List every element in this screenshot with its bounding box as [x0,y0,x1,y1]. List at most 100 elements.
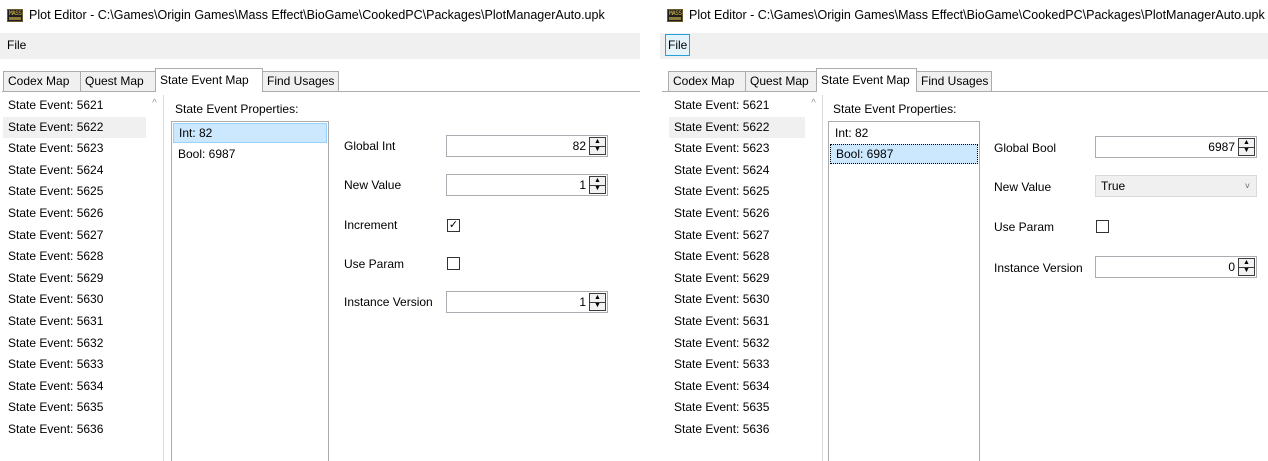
new-value-stepper[interactable]: ▲ ▼ [589,176,606,194]
title-bar: MASS Plot Editor - C:\Games\Origin Games… [660,0,1268,30]
properties-title: State Event Properties: [833,102,957,116]
instance-version-value: 0 [1228,260,1235,274]
list-item[interactable]: State Event: 5625 [3,181,163,203]
new-value-value: 1 [579,178,586,192]
list-item[interactable]: State Event: 5630 [669,289,822,311]
list-item[interactable]: State Event: 5628 [669,246,822,268]
list-item[interactable]: State Event: 5631 [669,311,822,333]
menu-bar: File [0,33,640,59]
new-value-label: New Value [344,178,402,192]
scroll-up-icon[interactable]: ^ [805,95,822,112]
list-item[interactable]: State Event: 5627 [3,225,163,247]
use-param-label: Use Param [994,220,1055,234]
vertical-scrollbar[interactable]: ^ [805,95,822,461]
list-item[interactable]: State Event: 5629 [669,268,822,290]
property-item-bool[interactable]: Bool: 6987 [830,144,978,164]
list-item[interactable]: State Event: 5632 [3,333,163,355]
list-item[interactable]: State Event: 5624 [669,160,822,182]
list-item[interactable]: State Event: 5621 [3,95,163,117]
use-param-checkbox[interactable] [1096,220,1109,233]
increment-label: Increment [344,218,398,232]
list-item[interactable]: State Event: 5636 [669,419,822,441]
global-int-input[interactable]: 82 ▲ ▼ [446,135,608,157]
list-item[interactable]: State Event: 5634 [3,376,163,398]
global-bool-input[interactable]: 6987 ▲ ▼ [1095,136,1257,158]
list-item[interactable]: State Event: 5635 [669,397,822,419]
tab-state-event-map[interactable]: State Event Map [155,68,263,92]
new-value-dropdown[interactable]: True ˅ [1095,175,1257,197]
menu-bar: File [660,33,1268,59]
state-event-list[interactable]: State Event: 5621 State Event: 5622 Stat… [3,95,164,461]
list-item[interactable]: State Event: 5633 [669,354,822,376]
list-item[interactable]: State Event: 5633 [3,354,163,376]
list-item[interactable]: State Event: 5632 [669,333,822,355]
global-bool-value: 6987 [1208,140,1235,154]
window-title: Plot Editor - C:\Games\Origin Games\Mass… [689,8,1265,22]
list-item[interactable]: State Event: 5623 [3,138,163,160]
instance-version-input[interactable]: 0 ▲ ▼ [1095,256,1257,278]
new-value-input[interactable]: 1 ▲ ▼ [446,174,608,196]
instance-version-stepper[interactable]: ▲ ▼ [589,293,606,311]
list-item[interactable]: State Event: 5627 [669,225,822,247]
list-item[interactable]: State Event: 5629 [3,268,163,290]
spin-down-icon[interactable]: ▼ [590,185,605,193]
tab-codex-map[interactable]: Codex Map [3,71,81,91]
list-item[interactable]: State Event: 5630 [3,289,163,311]
use-param-label: Use Param [344,257,405,271]
tab-state-event-map[interactable]: State Event Map [816,68,917,92]
new-value-label: New Value [994,180,1052,194]
tab-find-usages[interactable]: Find Usages [262,71,339,91]
spin-down-icon[interactable]: ▼ [590,146,605,154]
list-item[interactable]: State Event: 5631 [3,311,163,333]
list-item[interactable]: State Event: 5634 [669,376,822,398]
instance-version-stepper[interactable]: ▲ ▼ [1238,258,1255,276]
list-item[interactable]: State Event: 5635 [3,397,163,419]
tab-quest-map[interactable]: Quest Map [745,71,821,91]
list-item[interactable]: State Event: 5625 [669,181,822,203]
property-list[interactable]: Int: 82 Bool: 6987 [828,121,980,461]
list-item[interactable]: State Event: 5622 [669,116,822,139]
instance-version-input[interactable]: 1 ▲ ▼ [446,291,608,313]
list-item[interactable]: State Event: 5628 [3,246,163,268]
app-icon: MASS [7,9,23,22]
list-item[interactable]: State Event: 5622 [3,116,163,139]
list-item[interactable]: State Event: 5626 [669,203,822,225]
menu-file[interactable]: File [665,34,691,56]
state-event-list[interactable]: State Event: 5621 State Event: 5622 Stat… [669,95,823,461]
tab-strip: Codex Map Quest Map State Event Map Find… [0,68,640,92]
property-item-int[interactable]: Int: 82 [830,123,978,143]
vertical-scrollbar[interactable]: ^ [146,95,163,461]
global-bool-stepper[interactable]: ▲ ▼ [1238,138,1255,156]
list-item[interactable]: State Event: 5626 [3,203,163,225]
property-item-int[interactable]: Int: 82 [173,123,327,143]
increment-checkbox[interactable]: ✓ [447,219,460,232]
menu-file[interactable]: File [4,34,29,56]
instance-version-label: Instance Version [994,261,1083,275]
use-param-checkbox[interactable] [447,257,460,270]
tab-find-usages[interactable]: Find Usages [916,71,992,91]
tab-codex-map[interactable]: Codex Map [668,71,746,91]
plot-editor-window-right: MASS Plot Editor - C:\Games\Origin Games… [660,0,1268,461]
new-value-selected: True [1101,179,1126,193]
property-list[interactable]: Int: 82 Bool: 6987 [171,121,329,461]
global-int-value: 82 [572,139,586,153]
global-bool-label: Global Bool [994,141,1057,155]
list-item[interactable]: State Event: 5624 [3,160,163,182]
global-int-stepper[interactable]: ▲ ▼ [589,137,606,155]
list-item[interactable]: State Event: 5621 [669,95,822,117]
list-item[interactable]: State Event: 5623 [669,138,822,160]
scroll-up-icon[interactable]: ^ [146,95,163,112]
spin-down-icon[interactable]: ▼ [1239,147,1254,155]
tab-strip: Codex Map Quest Map State Event Map Find… [660,68,1268,92]
property-item-bool[interactable]: Bool: 6987 [173,144,327,164]
list-item[interactable]: State Event: 5636 [3,419,163,441]
tab-quest-map[interactable]: Quest Map [80,71,156,91]
title-bar: MASS Plot Editor - C:\Games\Origin Games… [0,0,640,30]
spin-down-icon[interactable]: ▼ [590,302,605,310]
chevron-down-icon[interactable]: ˅ [1245,176,1250,196]
spin-down-icon[interactable]: ▼ [1239,267,1254,275]
properties-title: State Event Properties: [175,102,299,116]
plot-editor-window-left: MASS Plot Editor - C:\Games\Origin Games… [0,0,640,461]
instance-version-value: 1 [579,295,586,309]
global-int-label: Global Int [344,139,396,153]
